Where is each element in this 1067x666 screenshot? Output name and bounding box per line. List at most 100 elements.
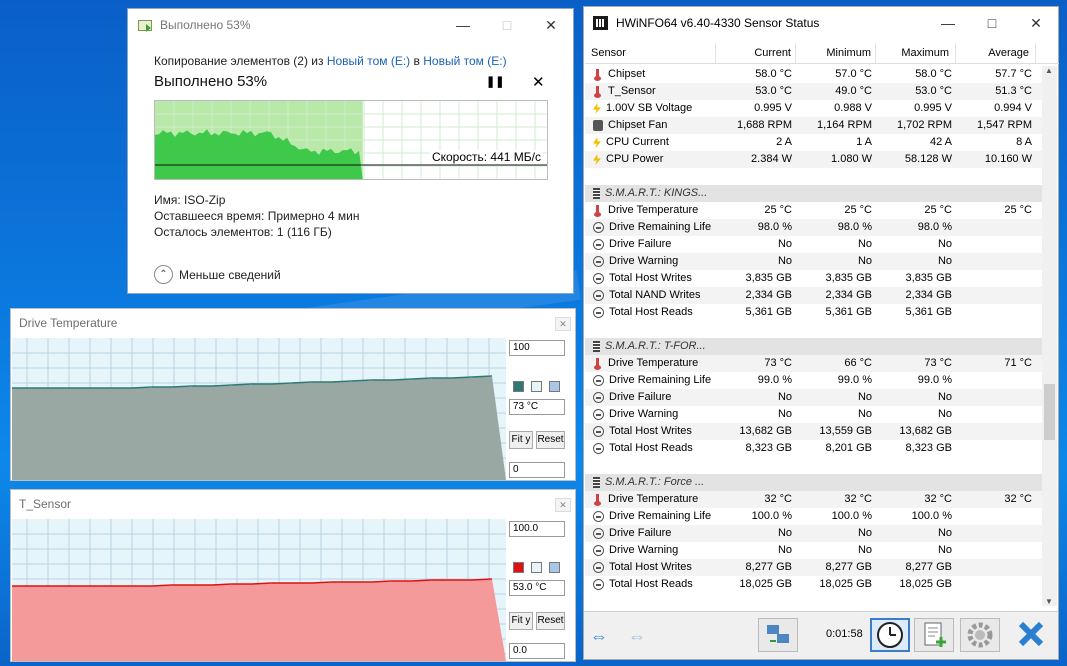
sensor-row[interactable]: Total Host Writes 13,682 GB 13,559 GB 13,68… (585, 423, 1043, 440)
minimize-button[interactable]: — (441, 9, 485, 41)
sensor-row[interactable]: Drive Warning No No No (585, 542, 1043, 559)
sensor-row[interactable]: Drive Temperature 73 °C 66 °C 73 °C 71 °C (585, 355, 1043, 372)
sensor-group-header[interactable]: S.M.A.R.T.: KINGS... (585, 185, 1043, 202)
graph-max-field[interactable]: 100.0 (509, 521, 565, 537)
sensor-row[interactable]: Drive Warning No No No (585, 253, 1043, 270)
fit-y-button[interactable]: Fit y (509, 612, 533, 630)
less-details-toggle[interactable]: ⌃ Меньше сведений (154, 265, 281, 284)
circle-icon (593, 409, 604, 420)
maximize-button[interactable]: □ (485, 9, 529, 41)
sensor-row[interactable]: Drive Failure No No No (585, 525, 1043, 542)
sensor-row[interactable]: CPU Current 2 A 1 A 42 A 8 A (585, 134, 1043, 151)
clock-icon (877, 622, 903, 648)
sensor-row[interactable]: Chipset 58.0 °C 57.0 °C 58.0 °C 57.7 °C (585, 66, 1043, 83)
value-current: 99.0 % (757, 374, 792, 386)
value-average: 25 °C (1004, 204, 1032, 216)
graph-close-icon[interactable]: ✕ (555, 498, 571, 512)
sensor-row[interactable]: Drive Temperature 32 °C 32 °C 32 °C 32 °C (585, 491, 1043, 508)
close-button[interactable]: ✕ (529, 9, 573, 41)
sensor-row[interactable]: Total NAND Writes 2,334 GB 2,334 GB 2,334 G… (585, 287, 1043, 304)
pause-button[interactable]: ❚❚ (486, 75, 504, 88)
source-link[interactable]: Новый том (E:) (327, 54, 410, 68)
destination-link[interactable]: Новый том (E:) (423, 54, 506, 68)
column-header-maximum[interactable]: Maximum (876, 43, 956, 63)
sensor-row[interactable]: Drive Temperature 25 °C 25 °C 25 °C 25 °C (585, 202, 1043, 219)
sensor-row[interactable]: Total Host Writes 3,835 GB 3,835 GB 3,835 G… (585, 270, 1043, 287)
sensor-label: Drive Remaining Life (609, 221, 712, 233)
column-header-average[interactable]: Average (956, 43, 1036, 63)
settings-button[interactable] (960, 618, 1000, 652)
column-header-current[interactable]: Current (716, 43, 796, 63)
value-minimum: 1,164 RPM (816, 119, 872, 131)
value-current: 8,323 GB (745, 442, 792, 454)
arrows-expand-icon[interactable]: ⇔ (590, 626, 608, 647)
grid-color-swatch[interactable] (549, 381, 560, 392)
sensor-row[interactable]: Drive Remaining Life 98.0 % 98.0 % 98.0 % (585, 219, 1043, 236)
grid-color-swatch[interactable] (549, 562, 560, 573)
maximize-button[interactable]: □ (970, 7, 1014, 39)
value-current: No (777, 408, 792, 420)
sensor-name: Drive Failure (585, 236, 716, 253)
sensor-row[interactable]: Drive Remaining Life 99.0 % 99.0 % 99.0 % (585, 372, 1043, 389)
background-color-swatch[interactable] (531, 562, 542, 573)
network-button[interactable] (758, 618, 798, 652)
close-sensors-button[interactable] (1012, 618, 1052, 652)
column-header-sensor[interactable]: Sensor (585, 43, 716, 63)
reset-button[interactable]: Reset (536, 612, 565, 630)
sensor-row[interactable]: Total Host Reads 5,361 GB 5,361 GB 5,361 GB (585, 304, 1043, 321)
sensor-row[interactable]: Drive Warning No No No (585, 406, 1043, 423)
vertical-scrollbar[interactable]: ▲ ▼ (1042, 66, 1057, 606)
scroll-down-icon[interactable]: ▼ (1045, 597, 1053, 606)
sensor-name: S.M.A.R.T.: KINGS... (585, 185, 716, 202)
arrows-collapse-icon[interactable]: ⇔ (628, 626, 646, 647)
sensor-group-header[interactable]: S.M.A.R.T.: Force ... (585, 474, 1043, 491)
sensor-row[interactable]: 1.00V SB Voltage 0.995 V 0.988 V 0.995 V 0.9… (585, 100, 1043, 117)
value-current: No (777, 527, 792, 539)
scroll-up-icon[interactable]: ▲ (1045, 66, 1053, 75)
sensor-name: Drive Temperature (585, 202, 716, 219)
sensor-name: CPU Current (585, 134, 716, 151)
graph-title: T_Sensor (19, 497, 72, 511)
sensor-row[interactable]: Total Host Reads 8,323 GB 8,201 GB 8,323 GB (585, 440, 1043, 457)
fit-y-button[interactable]: Fit y (509, 431, 533, 449)
bolt-icon (593, 103, 601, 114)
sensor-label: 1.00V SB Voltage (606, 102, 693, 114)
sensor-row[interactable]: Drive Failure No No No (585, 236, 1043, 253)
sensor-row[interactable]: Drive Failure No No No (585, 389, 1043, 406)
minimize-button[interactable]: — (926, 7, 970, 39)
cancel-copy-button[interactable]: ✕ (532, 73, 545, 91)
line-color-swatch[interactable] (513, 381, 524, 392)
value-current: 13,682 GB (739, 425, 792, 437)
sensor-row[interactable]: Total Host Reads 18,025 GB 18,025 GB 18,025… (585, 576, 1043, 593)
reset-timer-button[interactable] (870, 618, 910, 652)
value-current: 8,277 GB (745, 561, 792, 573)
sensor-name: Total Host Reads (585, 440, 716, 457)
sensor-table-header: Sensor Current Minimum Maximum Average (585, 43, 1059, 64)
sensor-row[interactable]: CPU Power 2.384 W 1.080 W 58.128 W 10.160 W (585, 151, 1043, 168)
sensor-row[interactable]: Drive Remaining Life 100.0 % 100.0 % 100.0 … (585, 508, 1043, 525)
value-average (956, 372, 1036, 389)
line-color-swatch[interactable] (513, 562, 524, 573)
graph-current-field: 73 °C (509, 399, 565, 415)
value-average (956, 219, 1036, 236)
logging-button[interactable] (914, 618, 954, 652)
copy-info: Имя: ISO-Zip Оставшееся время: Примерно … (154, 192, 360, 240)
column-header-minimum[interactable]: Minimum (796, 43, 876, 63)
graph-max-field[interactable]: 100 (509, 340, 565, 356)
sensor-label: Drive Failure (609, 391, 672, 403)
background-color-swatch[interactable] (531, 381, 542, 392)
graph-min-field[interactable]: 0 (509, 462, 565, 478)
graph-min-field[interactable]: 0.0 (509, 643, 565, 659)
graph-close-icon[interactable]: ✕ (555, 317, 571, 331)
scrollbar-thumb[interactable] (1044, 384, 1055, 440)
sensor-name: Drive Warning (585, 542, 716, 559)
sensor-group-header[interactable]: S.M.A.R.T.: T-FOR... (585, 338, 1043, 355)
sensor-row[interactable]: T_Sensor 53.0 °C 49.0 °C 53.0 °C 51.3 °C (585, 83, 1043, 100)
sensor-row[interactable]: Chipset Fan 1,688 RPM 1,164 RPM 1,702 RPM 1,… (585, 117, 1043, 134)
sensor-name: Drive Remaining Life (585, 372, 716, 389)
close-button[interactable]: ✕ (1014, 7, 1058, 39)
circle-icon (593, 273, 604, 284)
sensor-row[interactable]: Total Host Writes 8,277 GB 8,277 GB 8,277 G… (585, 559, 1043, 576)
value-average (956, 270, 1036, 287)
reset-button[interactable]: Reset (536, 431, 565, 449)
